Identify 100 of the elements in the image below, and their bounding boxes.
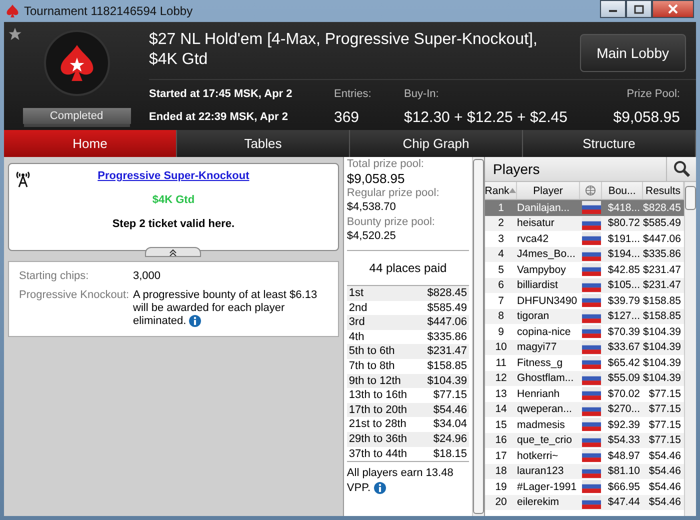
column-header[interactable]: Rank xyxy=(485,182,518,199)
scrollbar[interactable] xyxy=(472,157,484,516)
status-banner: Completed xyxy=(22,108,130,124)
bounty-cell-text: $33.67 xyxy=(606,341,642,354)
player-row[interactable]: 5 Vampyboy $42.85 $231.47 xyxy=(485,262,684,278)
star-icon[interactable] xyxy=(8,27,22,41)
bounty-cell-text: $80.72 xyxy=(606,217,642,230)
flag-icon xyxy=(582,325,601,338)
rank-cell-text: 13 xyxy=(494,388,508,400)
chevron-icon xyxy=(168,248,178,256)
maximize-button[interactable] xyxy=(626,0,652,18)
column-header[interactable]: Player xyxy=(517,182,580,199)
close-icon xyxy=(668,4,678,14)
player-row[interactable]: 9 copina-nice $70.39 $104.39 xyxy=(485,324,684,340)
scrollbar[interactable] xyxy=(684,182,696,516)
player-name: billiardist xyxy=(517,279,559,292)
player-row[interactable]: 2 heisatur $80.72 $585.49 xyxy=(485,216,684,231)
pool-label: Regular prize pool: xyxy=(346,186,440,200)
rank-cell-text: 9 xyxy=(497,326,505,338)
player-name: hotkerri~ xyxy=(517,450,560,462)
entries-label: Entries: xyxy=(334,88,372,100)
rank-cell-text: 17 xyxy=(494,450,508,462)
bounty-cell-text: $65.42 xyxy=(606,356,642,369)
flag-icon xyxy=(582,418,601,432)
bounty-cell-text: $70.39 xyxy=(606,326,642,338)
minimize-button[interactable] xyxy=(600,0,626,18)
tab[interactable]: Chip Graph xyxy=(350,130,523,157)
rank-cell-text: 3 xyxy=(497,232,505,245)
player-name: Danilajan... xyxy=(517,202,571,214)
bounty-cell-text: $191... xyxy=(606,232,642,245)
player-row[interactable]: 10 magyi77 $33.67 $104.39 xyxy=(485,340,684,355)
flag-icon xyxy=(582,372,601,385)
prize-pool-value: $9,058.95 xyxy=(612,108,681,126)
detail-value: 3,000 xyxy=(133,270,162,283)
payout-place: 9th to 12th xyxy=(348,374,401,388)
rank-cell-text: 7 xyxy=(497,294,505,307)
player-name: copina-nice xyxy=(517,326,572,338)
player-row[interactable]: 12 Ghostflam... $55.09 $104.39 xyxy=(485,370,684,386)
maximize-icon xyxy=(634,4,644,14)
player-row[interactable]: 7 DHFUN3490 $39.79 $158.85 xyxy=(485,293,684,308)
promo-link[interactable]: Progressive Super-Knockout xyxy=(98,170,250,182)
rank-cell-text: 12 xyxy=(494,372,508,384)
spade-icon xyxy=(6,4,19,18)
flag-icon xyxy=(582,201,601,214)
globe-icon xyxy=(585,185,596,196)
player-row[interactable]: 20 eilerekim $47.44 $54.46 xyxy=(485,494,684,510)
flag-icon xyxy=(582,356,601,370)
player-name: madmesis xyxy=(517,418,566,431)
players-title: Players xyxy=(493,161,540,177)
player-row[interactable]: 13 Henrianh $70.02 $77.15 xyxy=(485,386,684,402)
player-row[interactable]: 16 que_te_crio $54.33 $77.15 xyxy=(485,432,684,448)
player-row[interactable]: 17 hotkerri~ $48.97 $54.46 xyxy=(485,448,684,464)
bounty-cell-text: $70.02 xyxy=(606,388,642,400)
tournament-title: $27 NL Hold'em [4-Max, Progressive Super-Knockout], $4K Gtd xyxy=(149,30,538,70)
close-button[interactable] xyxy=(652,0,694,18)
player-row[interactable]: 14 qweperan... $270... $77.15 xyxy=(485,402,684,417)
tab[interactable]: Tables xyxy=(177,130,350,157)
player-row[interactable]: 6 billiardist $105... $231.47 xyxy=(485,278,684,293)
detail-label: Progressive Knockout: xyxy=(19,289,130,303)
player-name: magyi77 xyxy=(517,341,558,354)
tab[interactable]: Structure xyxy=(523,130,696,157)
rank-cell-text: 16 xyxy=(494,434,508,446)
start-time: Started at 17:45 MSK, Apr 2 xyxy=(149,88,294,100)
bounty-cell-text: $55.09 xyxy=(606,372,642,384)
flag-icon xyxy=(582,434,601,447)
collapse-button[interactable] xyxy=(145,247,202,257)
info-icon[interactable] xyxy=(189,315,202,328)
payout-place: 13th to 16th xyxy=(348,388,408,403)
player-row[interactable]: 4 J4mes_Bo... $194... $335.86 xyxy=(485,246,684,262)
payout-place: 7th to 8th xyxy=(348,358,395,374)
result-cell-text: $447.06 xyxy=(643,232,682,245)
player-row[interactable]: 3 rvca42 $191... $447.06 xyxy=(485,231,684,246)
main-lobby-button[interactable]: Main Lobby xyxy=(580,34,686,72)
payout-amount: $828.45 xyxy=(427,286,468,301)
buyin-label: Buy-In: xyxy=(404,88,440,100)
info-icon[interactable] xyxy=(374,482,386,494)
sort-arrow-icon xyxy=(509,188,516,193)
result-cell-text: $77.15 xyxy=(648,418,682,431)
player-row[interactable]: 15 madmesis $92.39 $77.15 xyxy=(485,417,684,432)
player-name: heisatur xyxy=(517,217,556,230)
spade-logo-icon xyxy=(58,43,94,83)
rank-cell-text: 18 xyxy=(494,465,508,478)
payout-place: 5th to 6th xyxy=(348,344,395,359)
player-row[interactable]: 19 #Lager-1991 $66.95 $54.46 xyxy=(485,479,684,494)
payout-place: 37th to 44th xyxy=(348,446,408,462)
result-cell-text: $231.47 xyxy=(643,264,682,276)
player-row[interactable]: 18 lauran123 $81.10 $54.46 xyxy=(485,464,684,479)
rank-cell-text: 8 xyxy=(497,310,505,322)
tab[interactable]: Home xyxy=(4,130,177,157)
result-cell-text: $54.46 xyxy=(648,465,682,478)
flag-icon xyxy=(582,310,601,323)
player-row[interactable]: 1 Danilajan... $418... $828.45 xyxy=(485,200,684,216)
player-row[interactable]: 11 Fitness_g $65.42 $104.39 xyxy=(485,355,684,370)
result-cell-text: $828.45 xyxy=(643,202,682,214)
window-title: Tournament 1182146594 Lobby xyxy=(24,4,194,18)
bounty-cell-text: $105... xyxy=(606,279,642,292)
column-header[interactable]: Bou... xyxy=(602,182,644,199)
player-row[interactable]: 8 tigoran $127... $158.85 xyxy=(485,308,684,324)
ticket-note: Step 2 ticket valid here. xyxy=(112,218,235,230)
player-name: DHFUN3490 xyxy=(517,294,578,307)
